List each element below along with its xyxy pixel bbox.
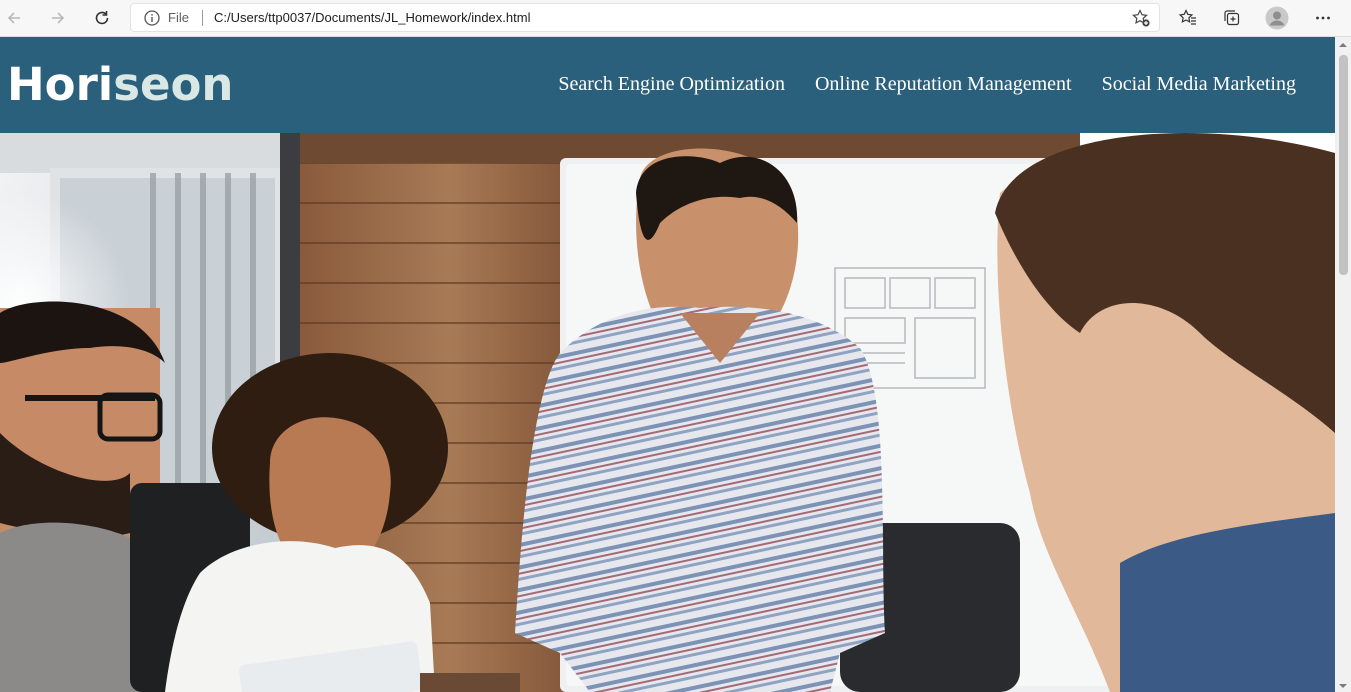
- profile-button[interactable]: [1263, 4, 1291, 32]
- scrollbar-thumb[interactable]: [1339, 55, 1348, 275]
- more-button[interactable]: [1309, 4, 1337, 32]
- info-icon[interactable]: [143, 9, 161, 27]
- nav-link-social-media-marketing[interactable]: Social Media Marketing: [1102, 73, 1296, 96]
- address-bar[interactable]: File C:/Users/ttp0037/Documents/JL_Homew…: [130, 3, 1160, 32]
- hero-image: [0, 133, 1335, 692]
- add-favorite-icon[interactable]: [1131, 8, 1151, 28]
- logo-text-accent: seon: [113, 58, 234, 111]
- refresh-icon: [95, 11, 109, 25]
- address-scheme: File: [168, 10, 189, 25]
- back-button[interactable]: [0, 4, 28, 32]
- scroll-down-arrow-icon[interactable]: [1339, 682, 1347, 690]
- forward-icon: [52, 12, 65, 24]
- favorites-icon: [1178, 9, 1196, 25]
- address-divider: [202, 10, 203, 26]
- scroll-up-arrow-icon[interactable]: [1339, 41, 1347, 49]
- nav-link-search-engine-optimization[interactable]: Search Engine Optimization: [558, 73, 785, 96]
- hero-photo-illustration: [0, 133, 1335, 692]
- refresh-button[interactable]: [88, 4, 116, 32]
- page-viewport: Horiseon Search Engine Optimization Onli…: [0, 37, 1335, 692]
- page-scrollbar[interactable]: [1335, 37, 1351, 692]
- collections-button[interactable]: [1218, 4, 1246, 32]
- site-header: Horiseon Search Engine Optimization Onli…: [0, 37, 1335, 133]
- collections-icon: [1224, 10, 1240, 26]
- more-icon: [1316, 16, 1330, 20]
- profile-icon: [1265, 6, 1289, 30]
- back-icon: [7, 12, 20, 24]
- forward-button[interactable]: [44, 4, 72, 32]
- address-url[interactable]: C:/Users/ttp0037/Documents/JL_Homework/i…: [214, 10, 530, 25]
- logo-text-primary: Hori: [7, 58, 114, 111]
- nav-link-online-reputation-management[interactable]: Online Reputation Management: [815, 73, 1072, 96]
- favorites-button[interactable]: [1174, 4, 1202, 32]
- main-nav: Search Engine Optimization Online Reputa…: [558, 73, 1296, 96]
- site-logo: Horiseon: [7, 57, 233, 113]
- browser-toolbar: File C:/Users/ttp0037/Documents/JL_Homew…: [0, 0, 1351, 37]
